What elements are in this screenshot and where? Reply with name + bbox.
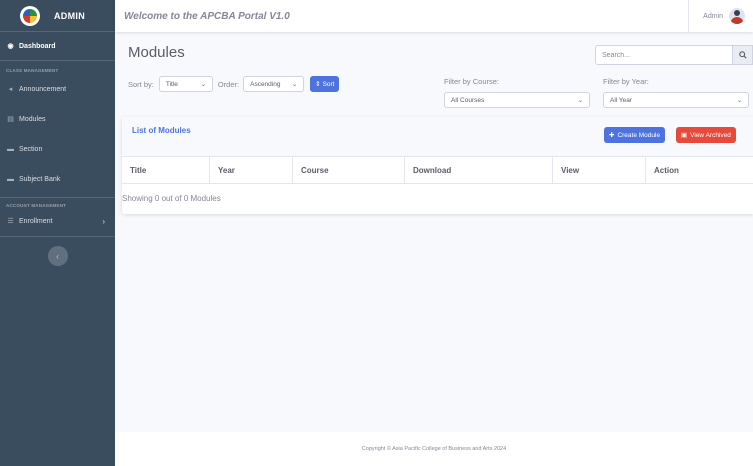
order-label: Order:	[217, 79, 240, 89]
sidebar-item-dashboard[interactable]: ◉ Dashboard	[0, 32, 115, 60]
search-icon	[738, 51, 747, 59]
sort-button-label: Sort	[322, 80, 335, 88]
chevron-left-icon: ‹	[56, 251, 59, 261]
column-header-view[interactable]: View	[553, 157, 646, 183]
section-heading-account: ACCOUNT MANAGEMENT	[6, 202, 67, 208]
filter-year-label: Filter by Year:	[603, 77, 649, 86]
folder-icon: ▬	[7, 145, 14, 153]
sort-button[interactable]: ⇕ Sort	[310, 76, 340, 92]
sort-icon: ⇕	[315, 81, 321, 88]
plus-circle-icon: ✚	[609, 132, 615, 139]
search-group	[595, 45, 753, 65]
user-name: Admin	[703, 12, 723, 20]
search-input[interactable]	[595, 45, 733, 65]
sidebar-item-enrollment[interactable]: ☰ Enrollment ›	[0, 210, 115, 232]
chevron-down-icon: ⌄	[292, 81, 298, 88]
book-icon: ▤	[7, 116, 14, 123]
sidebar-item-subject-bank[interactable]: ▬ Subject Bank	[0, 165, 115, 193]
avatar	[729, 8, 745, 24]
sort-by-label: Sort by:	[128, 79, 154, 89]
folder-icon: ▬	[7, 175, 14, 183]
sidebar-brand[interactable]: ADMIN	[0, 0, 115, 32]
column-header-year[interactable]: Year	[210, 157, 293, 183]
order-select[interactable]: Ascending ⌄	[243, 76, 305, 92]
copyright-text: Copyright © Asia Pacific College of Busi…	[361, 446, 507, 452]
chevron-right-icon: ›	[102, 216, 105, 226]
list-icon: ☰	[7, 218, 14, 225]
brand-text: ADMIN	[54, 10, 85, 21]
welcome-message: Welcome to the APCBA Portal V1.0	[124, 10, 290, 22]
chevron-down-icon: ⌄	[577, 97, 583, 104]
filter-course-select[interactable]: All Courses ⌄	[444, 92, 590, 108]
sidebar-item-label: Modules	[19, 115, 46, 123]
column-header-download[interactable]: Download	[405, 157, 553, 183]
sidebar-item-modules[interactable]: ▤ Modules	[0, 105, 115, 133]
sort-by-value: Title	[165, 80, 178, 88]
create-module-label: Create Module	[617, 131, 661, 139]
filter-course-label: Filter by Course:	[444, 77, 500, 86]
sidebar-toggle-button[interactable]: ‹	[47, 246, 68, 266]
sidebar-item-label: Dashboard	[19, 42, 56, 50]
user-menu[interactable]: Admin	[688, 0, 753, 32]
chevron-down-icon: ⌄	[200, 81, 206, 88]
card-title: List of Modules	[132, 126, 191, 135]
bullhorn-icon: ◂	[8, 86, 13, 93]
view-archived-label: View Archived	[690, 131, 731, 139]
order-value: Ascending	[250, 80, 281, 88]
sidebar-item-section[interactable]: ▬ Section	[0, 135, 115, 163]
search-button[interactable]	[733, 45, 753, 65]
sidebar-item-label: Enrollment	[19, 217, 53, 225]
column-header-course[interactable]: Course	[293, 157, 405, 183]
filter-year-value: All Year	[610, 96, 633, 104]
section-heading-class: CLASS MANAGEMENT	[6, 67, 59, 73]
sidebar-item-label: Section	[19, 145, 43, 153]
page-title: Modules	[128, 44, 185, 61]
sidebar-item-label: Subject Bank	[19, 175, 61, 183]
college-logo	[20, 5, 40, 26]
archive-icon: ▣	[681, 132, 688, 139]
sidebar: ADMIN ◉ Dashboard CLASS MANAGEMENT ◂ Ann…	[0, 0, 115, 466]
card-header: List of Modules ✚ Create Module ▣ View A…	[122, 117, 753, 157]
sidebar-item-announcement[interactable]: ◂ Announcement	[0, 75, 115, 103]
sort-controls: Sort by: Title ⌄ Order: Ascending ⌄ ⇕ So…	[128, 76, 340, 92]
filter-year-select[interactable]: All Year ⌄	[603, 92, 749, 108]
sort-by-select[interactable]: Title ⌄	[158, 76, 213, 92]
modules-card: List of Modules ✚ Create Module ▣ View A…	[122, 117, 753, 214]
filter-course-value: All Courses	[451, 96, 485, 104]
topbar: Welcome to the APCBA Portal V1.0 Admin	[115, 0, 753, 32]
view-archived-button[interactable]: ▣ View Archived	[676, 127, 736, 143]
sidebar-item-label: Announcement	[19, 85, 67, 93]
create-module-button[interactable]: ✚ Create Module	[604, 127, 666, 143]
showing-count: Showing 0 out of 0 Modules	[122, 194, 221, 203]
column-header-title[interactable]: Title	[122, 157, 210, 183]
footer: Copyright © Asia Pacific College of Busi…	[115, 432, 753, 466]
column-header-action[interactable]: Action	[646, 157, 753, 183]
dashboard-icon: ◉	[7, 43, 14, 50]
table-header: Title Year Course Download View Action	[122, 157, 753, 184]
chevron-down-icon: ⌄	[736, 97, 742, 104]
